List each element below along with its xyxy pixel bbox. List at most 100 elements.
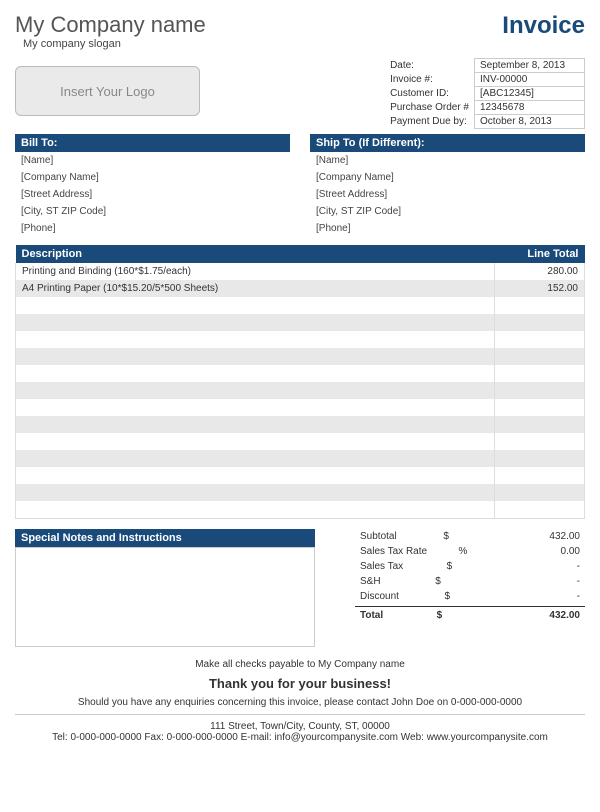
ship-to-line[interactable]: [Name] bbox=[310, 152, 585, 169]
item-total[interactable] bbox=[495, 382, 585, 399]
item-desc[interactable] bbox=[16, 450, 495, 467]
po-value[interactable]: 12345678 bbox=[475, 101, 585, 115]
item-desc[interactable] bbox=[16, 348, 495, 365]
item-total[interactable] bbox=[495, 297, 585, 314]
invoice-title: Invoice bbox=[502, 12, 585, 50]
total-sym: $ bbox=[437, 610, 457, 621]
taxrate-value[interactable]: 0.00 bbox=[510, 546, 580, 557]
item-total[interactable]: 152.00 bbox=[495, 280, 585, 297]
item-desc[interactable] bbox=[16, 433, 495, 450]
table-row[interactable] bbox=[16, 348, 585, 365]
ship-to-section: Ship To (If Different): [Name] [Company … bbox=[310, 134, 585, 237]
total-value: 432.00 bbox=[510, 610, 580, 621]
ship-to-line[interactable]: [City, ST ZIP Code] bbox=[310, 203, 585, 220]
items-table: Description Line Total Printing and Bind… bbox=[15, 245, 585, 519]
table-row[interactable]: A4 Printing Paper (10*$15.20/5*500 Sheet… bbox=[16, 280, 585, 297]
ship-to-line[interactable]: [Company Name] bbox=[310, 169, 585, 186]
table-row[interactable] bbox=[16, 297, 585, 314]
company-slogan: My company slogan bbox=[23, 38, 206, 50]
item-desc[interactable] bbox=[16, 297, 495, 314]
discount-value[interactable]: - bbox=[510, 591, 580, 602]
payable-text: Make all checks payable to My Company na… bbox=[15, 659, 585, 670]
table-row[interactable] bbox=[16, 450, 585, 467]
enquiry-text: Should you have any enquiries concerning… bbox=[15, 697, 585, 708]
item-desc[interactable] bbox=[16, 399, 495, 416]
bill-to-header: Bill To: bbox=[15, 134, 290, 152]
table-row[interactable] bbox=[16, 484, 585, 501]
item-desc[interactable] bbox=[16, 416, 495, 433]
item-total[interactable] bbox=[495, 399, 585, 416]
table-row[interactable] bbox=[16, 501, 585, 518]
due-label: Payment Due by: bbox=[385, 115, 474, 129]
invoice-meta: Date:September 8, 2013 Invoice #:INV-000… bbox=[385, 58, 585, 129]
subtotal-label: Subtotal bbox=[360, 531, 397, 542]
item-desc[interactable] bbox=[16, 365, 495, 382]
thanks-text: Thank you for your business! bbox=[15, 676, 585, 691]
table-row[interactable] bbox=[16, 467, 585, 484]
ship-to-line[interactable]: [Street Address] bbox=[310, 186, 585, 203]
item-total[interactable] bbox=[495, 314, 585, 331]
item-total[interactable] bbox=[495, 331, 585, 348]
desc-header: Description bbox=[16, 245, 495, 263]
discount-sym: $ bbox=[444, 591, 464, 602]
totals-section: Subtotal$432.00 Sales Tax Rate%0.00 Sale… bbox=[355, 529, 585, 647]
taxrate-label: Sales Tax Rate bbox=[360, 546, 427, 557]
table-row[interactable] bbox=[16, 416, 585, 433]
discount-label: Discount bbox=[360, 591, 399, 602]
item-total[interactable] bbox=[495, 365, 585, 382]
item-total[interactable] bbox=[495, 467, 585, 484]
ship-to-line[interactable]: [Phone] bbox=[310, 220, 585, 237]
footer: Make all checks payable to My Company na… bbox=[15, 659, 585, 743]
subtotal-sym: $ bbox=[443, 531, 463, 542]
tax-sym: $ bbox=[447, 561, 467, 572]
table-row[interactable] bbox=[16, 399, 585, 416]
item-total[interactable]: 280.00 bbox=[495, 263, 585, 280]
sh-value[interactable]: - bbox=[510, 576, 580, 587]
notes-section: Special Notes and Instructions bbox=[15, 529, 315, 647]
table-row[interactable] bbox=[16, 365, 585, 382]
table-row[interactable] bbox=[16, 382, 585, 399]
company-name: My Company name bbox=[15, 12, 206, 38]
customer-id-label: Customer ID: bbox=[385, 87, 474, 101]
table-row[interactable] bbox=[16, 331, 585, 348]
item-desc[interactable] bbox=[16, 331, 495, 348]
bill-to-line[interactable]: [Company Name] bbox=[15, 169, 290, 186]
invoice-num-value[interactable]: INV-00000 bbox=[475, 73, 585, 87]
due-value[interactable]: October 8, 2013 bbox=[475, 115, 585, 129]
total-label: Total bbox=[360, 610, 383, 621]
item-total[interactable] bbox=[495, 501, 585, 518]
date-label: Date: bbox=[385, 59, 474, 73]
sh-sym: $ bbox=[435, 576, 455, 587]
bill-to-line[interactable]: [City, ST ZIP Code] bbox=[15, 203, 290, 220]
notes-body[interactable] bbox=[15, 547, 315, 647]
table-row[interactable] bbox=[16, 433, 585, 450]
item-desc[interactable] bbox=[16, 314, 495, 331]
item-desc[interactable]: Printing and Binding (160*$1.75/each) bbox=[16, 263, 495, 280]
address-text: 111 Street, Town/City, County, ST, 00000 bbox=[15, 721, 585, 732]
item-desc[interactable] bbox=[16, 501, 495, 518]
date-value[interactable]: September 8, 2013 bbox=[475, 59, 585, 73]
taxrate-sym: % bbox=[459, 546, 479, 557]
item-total[interactable] bbox=[495, 348, 585, 365]
item-desc[interactable] bbox=[16, 484, 495, 501]
item-total[interactable] bbox=[495, 450, 585, 467]
item-total[interactable] bbox=[495, 433, 585, 450]
bill-to-line[interactable]: [Street Address] bbox=[15, 186, 290, 203]
header: My Company name My company slogan Invoic… bbox=[15, 12, 585, 50]
customer-id-value[interactable]: [ABC12345] bbox=[475, 87, 585, 101]
bill-to-line[interactable]: [Name] bbox=[15, 152, 290, 169]
item-desc[interactable]: A4 Printing Paper (10*$15.20/5*500 Sheet… bbox=[16, 280, 495, 297]
notes-header: Special Notes and Instructions bbox=[15, 529, 315, 547]
logo-placeholder[interactable]: Insert Your Logo bbox=[15, 66, 200, 116]
sh-label: S&H bbox=[360, 576, 381, 587]
bill-to-line[interactable]: [Phone] bbox=[15, 220, 290, 237]
item-total[interactable] bbox=[495, 484, 585, 501]
item-desc[interactable] bbox=[16, 467, 495, 484]
table-row[interactable] bbox=[16, 314, 585, 331]
tax-value: - bbox=[510, 561, 580, 572]
contact-text: Tel: 0-000-000-0000 Fax: 0-000-000-0000 … bbox=[15, 732, 585, 743]
item-total[interactable] bbox=[495, 416, 585, 433]
ship-to-header: Ship To (If Different): bbox=[310, 134, 585, 152]
item-desc[interactable] bbox=[16, 382, 495, 399]
table-row[interactable]: Printing and Binding (160*$1.75/each)280… bbox=[16, 263, 585, 280]
